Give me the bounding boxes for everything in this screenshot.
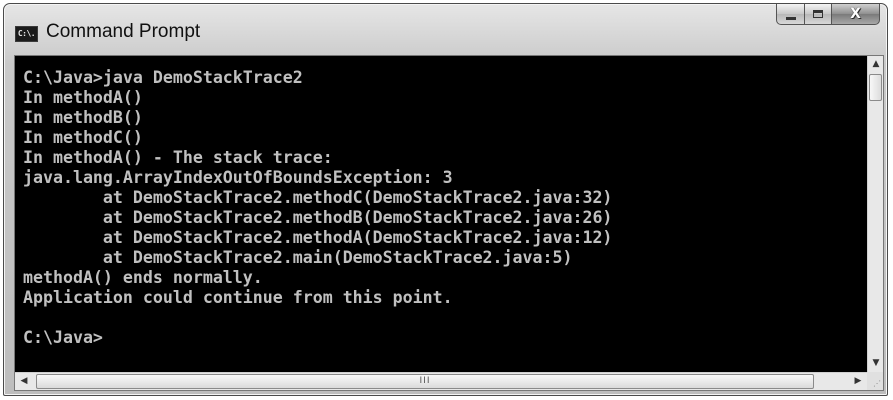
scroll-up-arrow[interactable]: ▲ [868,56,884,73]
maximize-icon [813,10,823,18]
console-line: In methodC() [23,128,143,147]
console-line: at DemoStackTrace2.methodC(DemoStackTrac… [23,188,613,207]
vertical-scroll-thumb[interactable] [869,74,882,101]
maximize-button[interactable] [805,4,832,25]
console-line: methodA() ends normally. [23,268,263,287]
console-line: at DemoStackTrace2.methodA(DemoStackTrac… [23,228,613,247]
console-output[interactable]: C:\Java>java DemoStackTrace2 In methodA()… [15,56,867,372]
window-title: Command Prompt [46,21,201,42]
scroll-right-arrow[interactable]: ▶ [850,373,866,390]
console-line: at DemoStackTrace2.main(DemoStackTrace2.… [23,248,573,267]
resize-grip-icon: ⋰ [873,379,881,388]
console-line: C:\Java>java DemoStackTrace2 [23,68,303,87]
console-line: In methodB() [23,108,143,127]
resize-grip[interactable]: ⋰ [867,372,883,390]
close-icon: X [850,6,861,22]
scroll-down-arrow[interactable]: ▼ [868,355,884,372]
scroll-thumb-grip-icon: III [419,376,431,386]
console-line: java.lang.ArrayIndexOutOfBoundsException… [23,168,453,187]
close-button[interactable]: X [832,4,880,25]
minimize-button[interactable] [776,4,805,25]
console-line: at DemoStackTrace2.methodB(DemoStackTrac… [23,208,613,227]
title-bar[interactable]: C:\. Command Prompt X [4,4,887,52]
window-controls: X [776,4,880,26]
horizontal-scrollbar[interactable]: ◀ III ▶ [15,372,867,390]
console-app-icon[interactable]: C:\. [15,26,38,42]
console-line: In methodA() - The stack trace: [23,148,333,167]
console-line: In methodA() [23,88,143,107]
minimize-icon [785,16,796,20]
vertical-scrollbar[interactable]: ▲ ▼ [867,56,883,372]
console-app-icon-label: C:\. [17,29,36,38]
console-line: C:\Java> [23,328,103,347]
scroll-left-arrow[interactable]: ◀ [16,373,32,390]
horizontal-scroll-thumb[interactable]: III [36,374,814,389]
command-prompt-window: C:\. Command Prompt X C:\Java>java DemoS… [3,3,888,396]
console-line: Application could continue from this poi… [23,288,453,307]
console-client-area: C:\Java>java DemoStackTrace2 In methodA()… [14,55,884,391]
